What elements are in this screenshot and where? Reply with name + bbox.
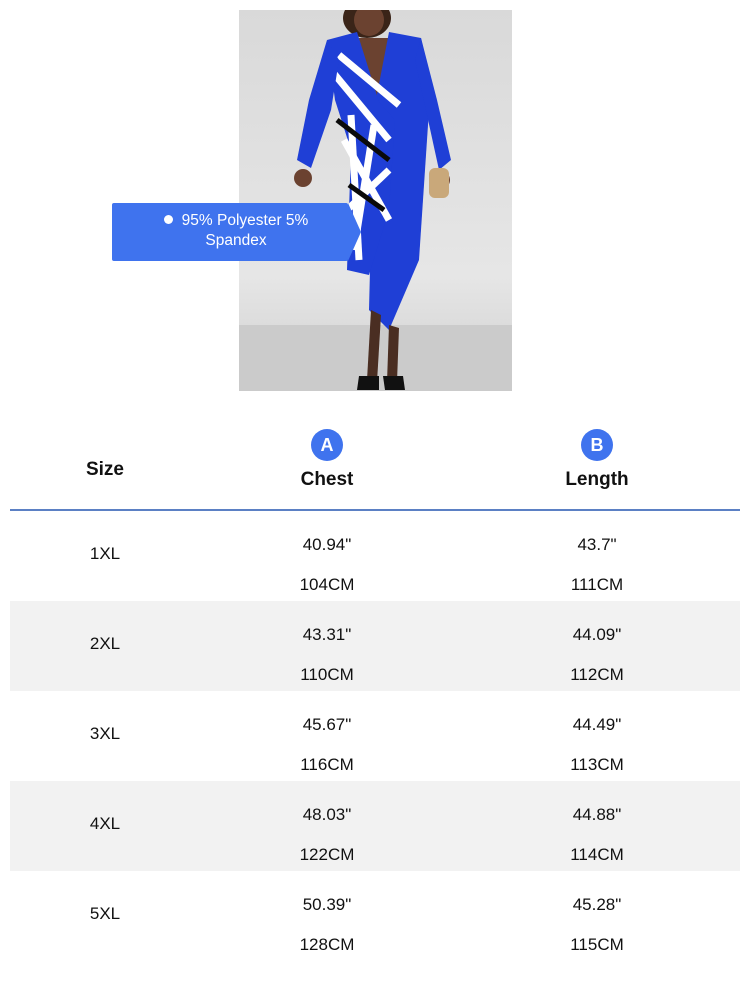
material-callout: 95% Polyester 5% Spandex: [112, 203, 361, 261]
length-cm-cell: 111CM: [570, 575, 624, 594]
table-row: 3XL 45.67" 116CM 44.49" 113CM: [10, 691, 740, 781]
table-row: 5XL 50.39" 128CM 45.28" 115CM: [10, 871, 740, 961]
length-inch-cell: 44.09": [572, 625, 622, 644]
length-inch-cell: 44.88": [572, 805, 622, 824]
size-chart: Size A Chest B Length 1XL 40.94" 104CM 4…: [10, 415, 740, 961]
bullet-icon: [163, 215, 173, 224]
length-inch-cell: 45.28": [572, 895, 622, 914]
header-chest-label: Chest: [300, 469, 354, 490]
table-row: 4XL 48.03" 122CM 44.88" 114CM: [10, 781, 740, 871]
header-length-label: Length: [565, 469, 629, 490]
length-cm-cell: 114CM: [570, 845, 624, 864]
length-cm-cell: 115CM: [570, 935, 624, 954]
chest-cm-cell: 128CM: [299, 935, 355, 954]
chest-cm-cell: 122CM: [299, 845, 355, 864]
length-inch-cell: 43.7": [577, 535, 617, 554]
chest-inch-cell: 40.94": [302, 535, 352, 554]
size-cell: 2XL: [89, 634, 121, 653]
length-cm-cell: 113CM: [570, 755, 624, 774]
chest-cm-cell: 110CM: [300, 665, 354, 684]
length-cm-cell: 112CM: [570, 665, 624, 684]
table-row: 1XL 40.94" 104CM 43.7" 111CM: [10, 511, 740, 601]
chest-inch-cell: 45.67": [302, 715, 352, 734]
size-cell: 3XL: [89, 724, 121, 743]
size-cell: 4XL: [89, 814, 121, 833]
table-row: 2XL 43.31" 110CM 44.09" 112CM: [10, 601, 740, 691]
header-chest: A Chest: [232, 429, 422, 491]
dress-illustration: [239, 10, 512, 391]
size-cell: 1XL: [89, 544, 121, 563]
chest-inch-cell: 50.39": [302, 895, 352, 914]
chest-inch-cell: 48.03": [302, 805, 352, 824]
chest-inch-cell: 43.31": [302, 625, 352, 644]
length-badge: B: [581, 429, 613, 461]
size-cell: 5XL: [89, 904, 121, 923]
chest-badge: A: [311, 429, 343, 461]
chest-cm-cell: 104CM: [299, 575, 355, 594]
chest-cm-cell: 116CM: [300, 755, 354, 774]
length-inch-cell: 44.49": [572, 715, 622, 734]
product-photo: [239, 10, 512, 391]
callout-pointer: [348, 203, 361, 261]
material-text: 95% Polyester 5% Spandex: [181, 212, 309, 249]
header-size: Size: [85, 459, 125, 480]
size-chart-header: Size A Chest B Length: [10, 415, 740, 511]
header-length: B Length: [502, 429, 692, 491]
